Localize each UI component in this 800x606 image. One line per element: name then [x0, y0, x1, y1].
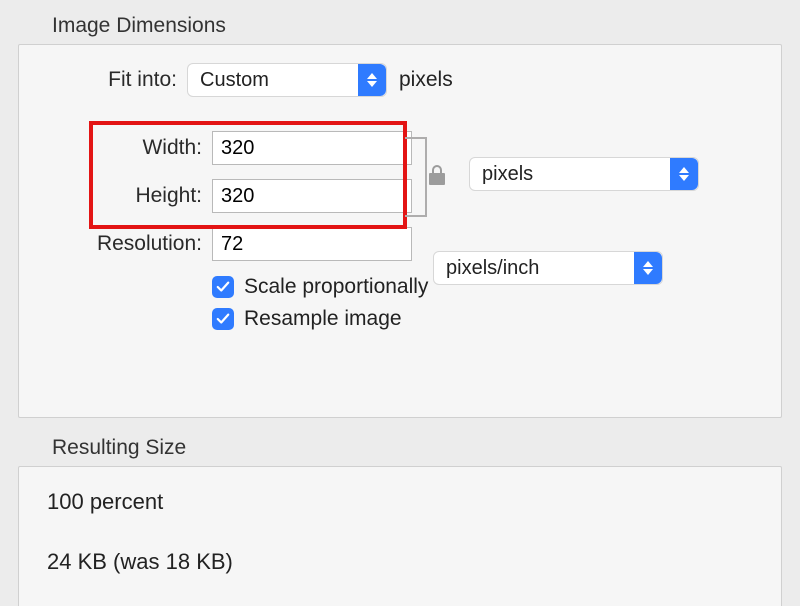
- select-arrows-icon: [670, 158, 698, 190]
- select-arrows-icon: [634, 252, 662, 284]
- resample-image-label: Resample image: [244, 307, 402, 331]
- width-label: Width:: [37, 136, 212, 160]
- height-input[interactable]: [212, 179, 412, 213]
- result-size: 24 KB (was 18 KB): [47, 549, 753, 575]
- height-label: Height:: [37, 184, 212, 208]
- resolution-units-value: pixels/inch: [446, 257, 539, 280]
- fit-into-value: Custom: [200, 69, 269, 92]
- result-percent: 100 percent: [47, 489, 753, 515]
- fit-into-label: Fit into:: [57, 68, 187, 92]
- select-arrows-icon: [358, 64, 386, 96]
- image-dimensions-title: Image Dimensions: [18, 14, 782, 44]
- fit-into-select[interactable]: Custom: [187, 63, 387, 97]
- dimension-units-select[interactable]: pixels: [469, 157, 699, 191]
- scale-proportionally-checkbox[interactable]: [212, 276, 234, 298]
- resulting-size-title: Resulting Size: [18, 418, 782, 466]
- link-bracket-icon: [405, 137, 427, 217]
- dimension-units-value: pixels: [482, 163, 533, 186]
- lock-icon: [427, 163, 447, 187]
- resolution-units-select[interactable]: pixels/inch: [433, 251, 663, 285]
- fit-into-unit-label: pixels: [399, 68, 453, 92]
- resolution-label: Resolution:: [37, 232, 212, 256]
- image-dimensions-box: Fit into: Custom pixels Width: Height: R…: [18, 44, 782, 418]
- resolution-input[interactable]: [212, 227, 412, 261]
- scale-proportionally-label: Scale proportionally: [244, 275, 428, 299]
- resample-image-checkbox[interactable]: [212, 308, 234, 330]
- width-input[interactable]: [212, 131, 412, 165]
- resulting-size-box: 100 percent 24 KB (was 18 KB): [18, 466, 782, 606]
